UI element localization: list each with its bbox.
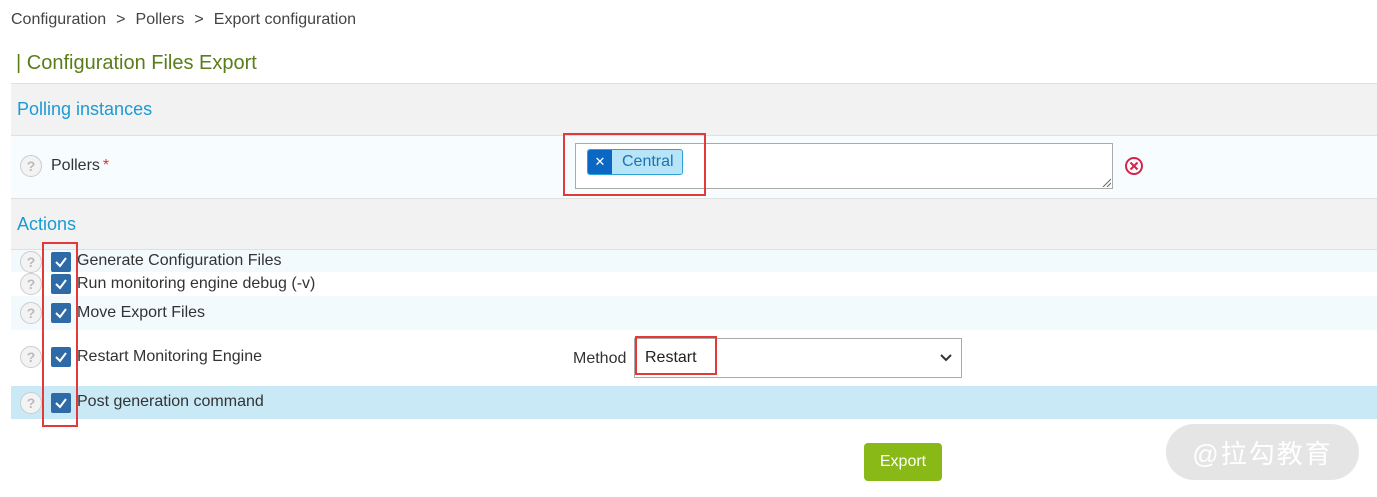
circle-x-icon[interactable] bbox=[1124, 156, 1144, 176]
restart-engine-checkbox[interactable] bbox=[51, 347, 71, 367]
method-select[interactable]: Restart bbox=[634, 338, 962, 378]
breadcrumb-separator: > bbox=[194, 11, 204, 28]
debug-checkbox[interactable] bbox=[51, 274, 71, 294]
restart-engine-label: Restart Monitoring Engine bbox=[77, 348, 262, 365]
watermark: @拉勾教育 bbox=[1166, 424, 1359, 480]
check-icon bbox=[55, 308, 67, 319]
resize-grip-icon[interactable] bbox=[1101, 177, 1111, 187]
poller-tag-central: ✕ Central bbox=[587, 149, 683, 175]
help-icon[interactable]: ? bbox=[20, 346, 42, 368]
debug-label: Run monitoring engine debug (-v) bbox=[77, 275, 316, 292]
help-icon[interactable]: ? bbox=[20, 302, 42, 324]
help-icon[interactable]: ? bbox=[20, 155, 42, 177]
post-command-label: Post generation command bbox=[77, 393, 264, 410]
chevron-down-icon bbox=[940, 354, 952, 362]
help-icon[interactable]: ? bbox=[20, 273, 42, 295]
generate-files-label: Generate Configuration Files bbox=[77, 252, 282, 269]
section-title: Actions bbox=[17, 214, 77, 234]
polling-instances-header: Polling instances bbox=[11, 83, 1377, 136]
post-command-checkbox[interactable] bbox=[51, 393, 71, 413]
breadcrumb-configuration[interactable]: Configuration bbox=[11, 11, 106, 29]
check-icon bbox=[55, 352, 67, 363]
check-icon bbox=[55, 257, 67, 268]
x-icon[interactable]: ✕ bbox=[588, 150, 612, 174]
actions-header: Actions bbox=[11, 198, 1377, 250]
generate-files-checkbox[interactable] bbox=[51, 252, 71, 272]
breadcrumb: Configuration > Pollers > Export configu… bbox=[11, 11, 356, 29]
move-files-label: Move Export Files bbox=[77, 304, 206, 321]
check-icon bbox=[55, 398, 67, 409]
breadcrumb-pollers[interactable]: Pollers bbox=[136, 11, 185, 29]
help-icon[interactable]: ? bbox=[20, 392, 42, 414]
method-label: Method bbox=[573, 350, 627, 367]
method-value: Restart bbox=[645, 349, 697, 366]
required-mark: * bbox=[102, 157, 110, 174]
section-title: Polling instances bbox=[17, 99, 153, 119]
check-icon bbox=[55, 279, 67, 290]
help-icon[interactable]: ? bbox=[20, 251, 42, 273]
breadcrumb-separator: > bbox=[116, 11, 126, 28]
action-row bbox=[11, 296, 1377, 330]
page-title: | Configuration Files Export bbox=[16, 52, 257, 74]
breadcrumb-export-configuration[interactable]: Export configuration bbox=[214, 11, 356, 29]
pollers-label: Pollers * bbox=[51, 157, 110, 174]
move-files-checkbox[interactable] bbox=[51, 303, 71, 323]
export-button[interactable]: Export bbox=[864, 443, 942, 481]
tag-label: Central bbox=[622, 153, 674, 170]
